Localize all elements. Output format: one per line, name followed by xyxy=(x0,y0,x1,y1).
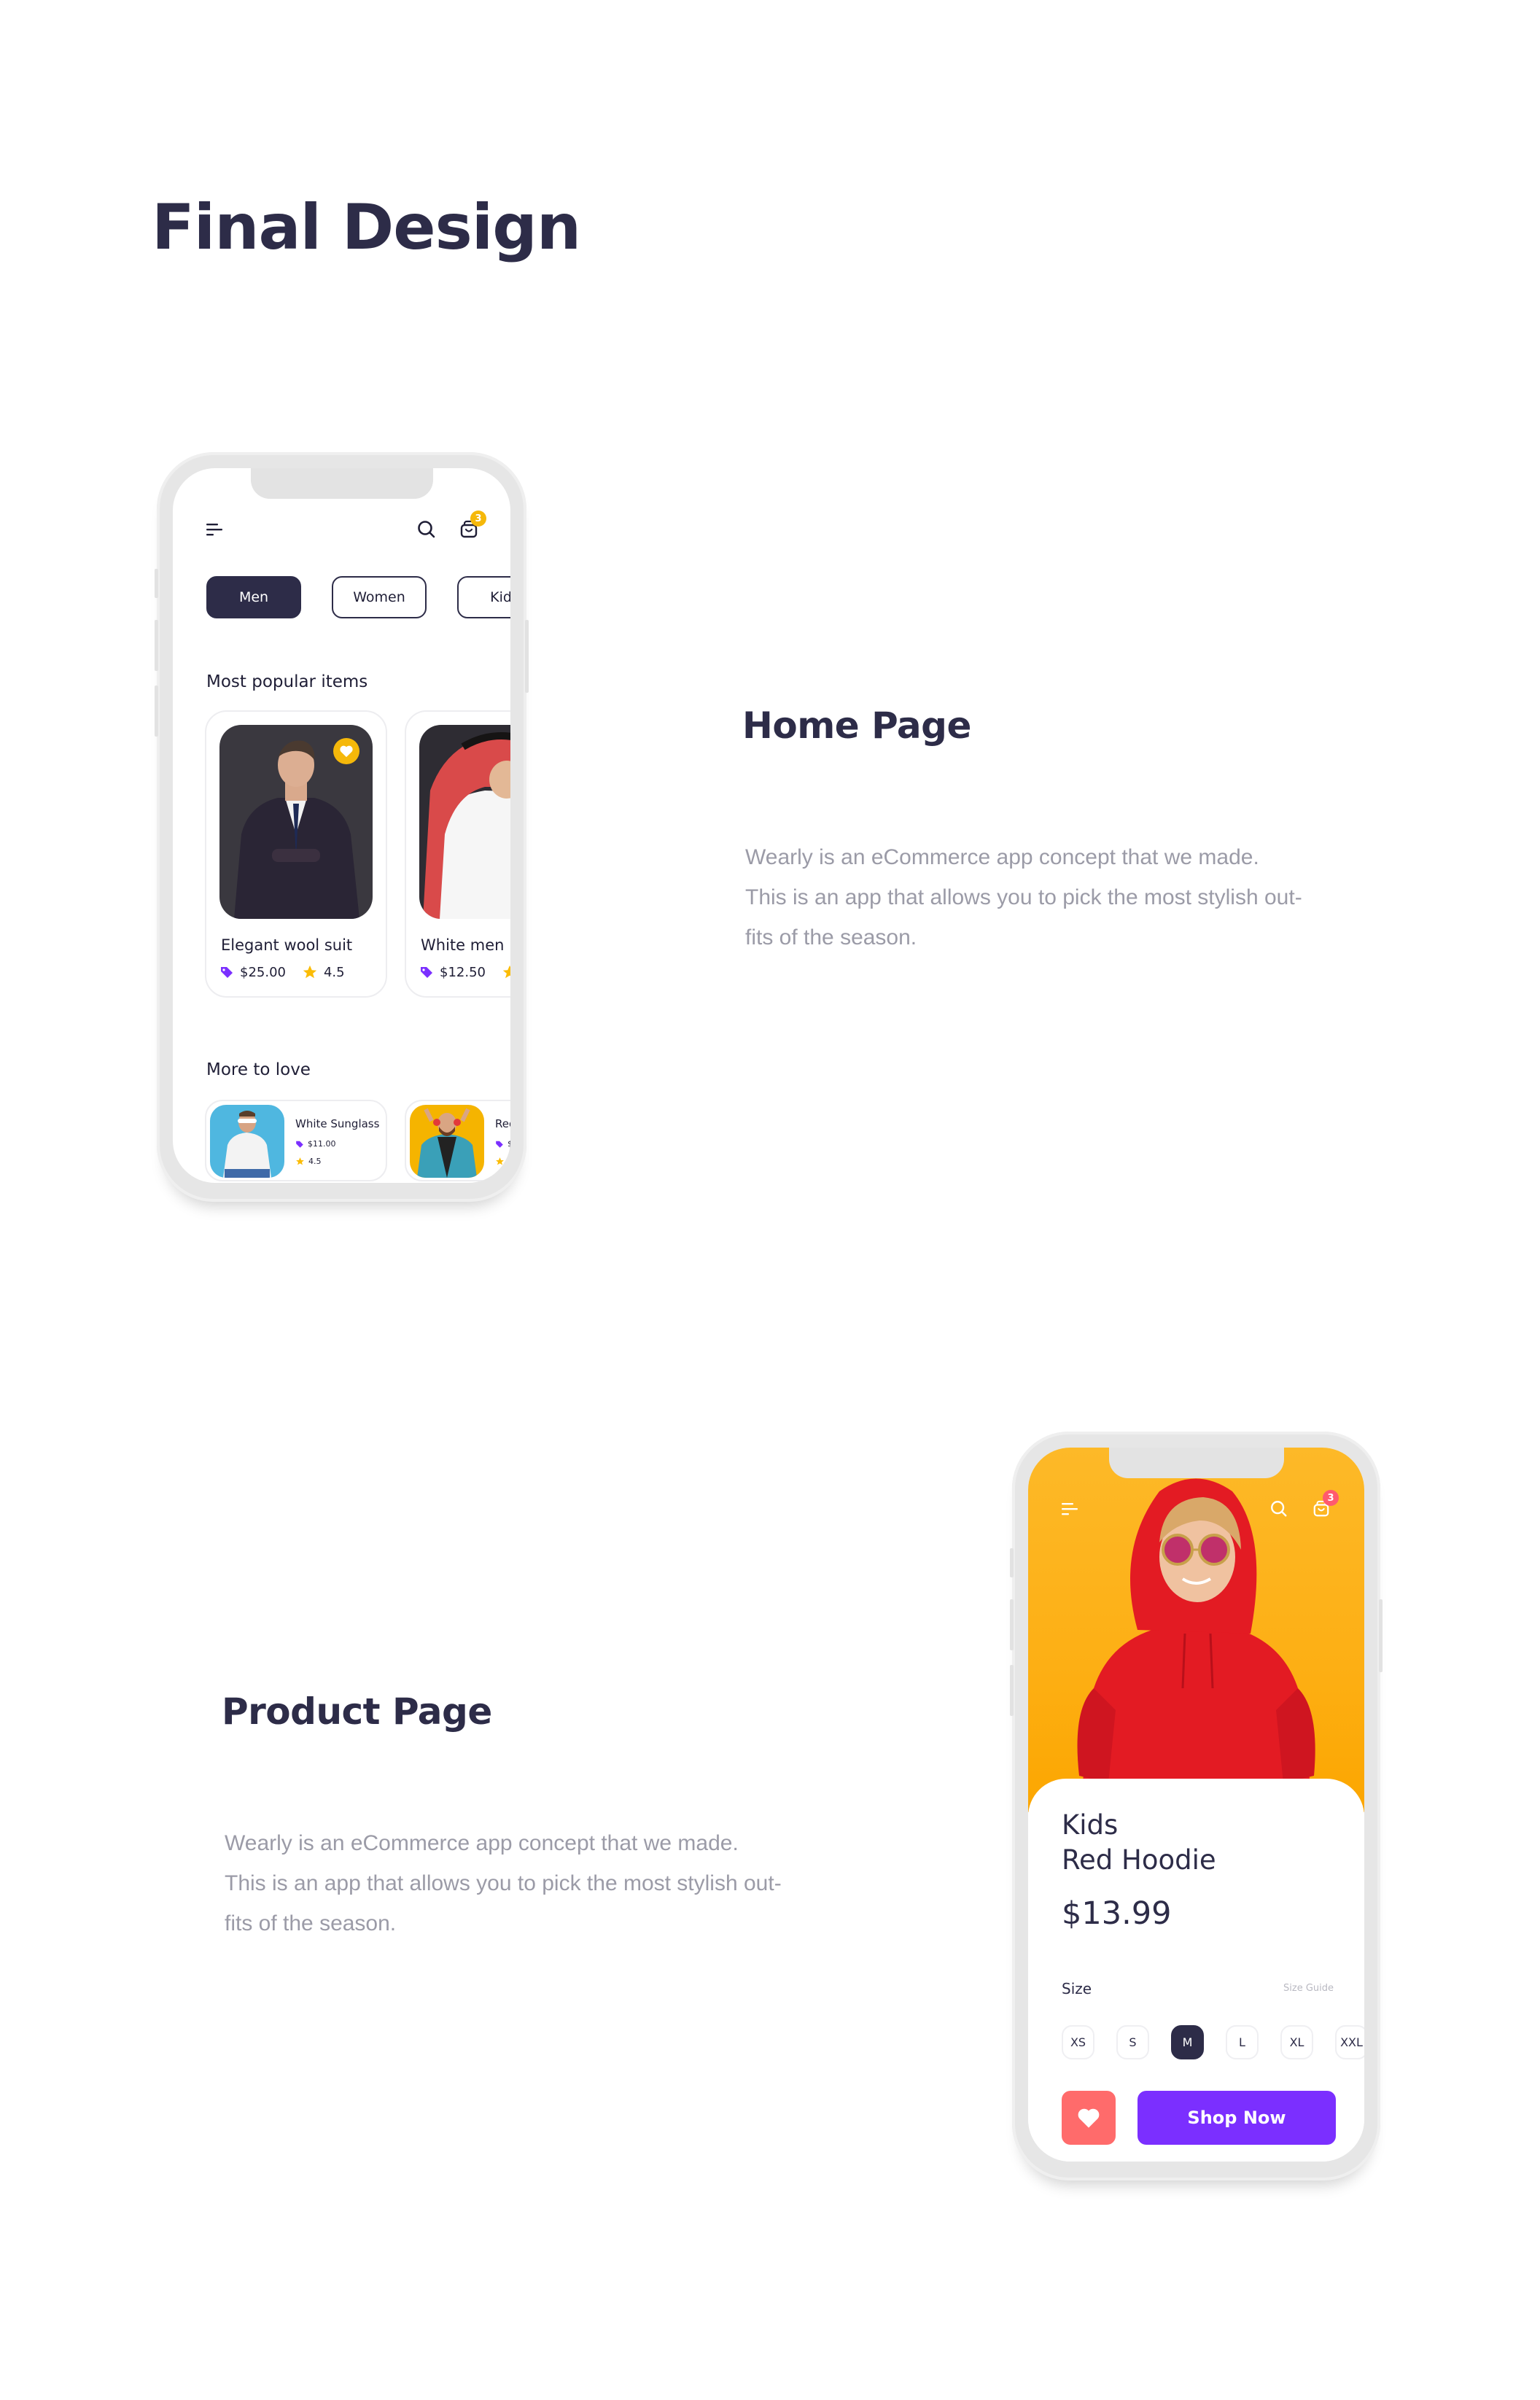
description-line: fits of the season. xyxy=(745,925,917,949)
product-card-small[interactable]: Red $ 4 xyxy=(405,1100,510,1181)
price-tag-icon xyxy=(421,967,432,978)
cart-count-badge: 3 xyxy=(1323,1490,1339,1506)
shopping-bag-icon[interactable]: 3 xyxy=(454,510,486,544)
home-phone-mockup: 3 Men Women Kids Most popular items xyxy=(155,452,529,1202)
phone-side-button xyxy=(1010,1548,1014,1577)
phone-side-button xyxy=(155,686,158,737)
star-icon xyxy=(296,1157,304,1165)
phone-side-button xyxy=(1010,1599,1014,1650)
size-option-xs[interactable]: XS xyxy=(1062,2025,1094,2059)
favorite-badge[interactable] xyxy=(333,738,359,764)
product-price: $11.00 xyxy=(308,1139,336,1149)
price-tag-icon xyxy=(221,967,233,978)
product-details-sheet: Kids Red Hoodie $13.99 Size Size Guide X… xyxy=(1028,1779,1364,2162)
popular-items-list: Elegant wool suit $25.00 4.5 White men $… xyxy=(205,710,510,998)
favorite-button[interactable] xyxy=(1062,2091,1116,2145)
product-meta: $12.50 4.5 xyxy=(419,964,510,980)
star-icon xyxy=(496,1157,504,1165)
page-title: Final Design xyxy=(152,191,581,264)
product-rating-row: 4 xyxy=(495,1157,510,1166)
product-phone-mockup: 3 Kids Red Hoodie $13.99 Size Size Guide… xyxy=(1010,1432,1382,2180)
tab-women[interactable]: Women xyxy=(332,576,427,618)
product-title: Kids Red Hoodie xyxy=(1062,1808,1216,1878)
product-page-heading: Product Page xyxy=(222,1690,492,1733)
size-option-xxl[interactable]: XXL xyxy=(1335,2025,1364,2059)
product-image xyxy=(219,725,373,919)
search-icon[interactable] xyxy=(1264,1494,1294,1523)
description-line: This is an app that allows you to pick t… xyxy=(745,885,1302,909)
description-line: fits of the season. xyxy=(225,1911,397,1935)
product-price: $ xyxy=(508,1139,510,1149)
product-image xyxy=(210,1105,284,1178)
size-selector: XS S M L XL XXL xyxy=(1062,2025,1364,2059)
star-icon xyxy=(303,965,317,979)
description-line: Wearly is an eCommerce app concept that … xyxy=(745,845,1259,869)
phone-side-button xyxy=(525,620,529,693)
product-name: White men xyxy=(421,936,505,954)
size-guide-link[interactable]: Size Guide xyxy=(1283,1983,1334,1994)
phone-side-button xyxy=(1379,1599,1382,1672)
product-card[interactable]: Elegant wool suit $25.00 4.5 xyxy=(205,710,387,998)
size-label: Size xyxy=(1062,1980,1092,1997)
product-screen: 3 Kids Red Hoodie $13.99 Size Size Guide… xyxy=(1028,1448,1364,2162)
price-tag-icon xyxy=(296,1141,303,1148)
product-image xyxy=(419,725,510,919)
phone-notch xyxy=(250,468,433,499)
search-icon[interactable] xyxy=(412,515,441,544)
product-title-line: Kids xyxy=(1062,1809,1119,1841)
description-line: This is an app that allows you to pick t… xyxy=(225,1871,782,1895)
home-page-heading: Home Page xyxy=(742,704,971,747)
product-rating: 4.5 xyxy=(308,1157,322,1166)
home-top-bar: 3 xyxy=(173,510,510,544)
product-rating: 4.5 xyxy=(323,964,345,980)
tab-men[interactable]: Men xyxy=(206,576,301,618)
category-tabs: Men Women Kids xyxy=(206,576,510,618)
product-name: Red xyxy=(495,1117,510,1130)
product-title-line: Red Hoodie xyxy=(1062,1844,1216,1876)
phone-notch xyxy=(1108,1448,1284,1478)
price-tag-icon xyxy=(496,1141,503,1148)
star-icon xyxy=(502,965,510,979)
product-name: White Sunglass xyxy=(295,1117,380,1130)
home-screen: 3 Men Women Kids Most popular items xyxy=(173,468,510,1183)
menu-icon[interactable] xyxy=(1059,1494,1081,1523)
tab-kids[interactable]: Kids xyxy=(457,576,510,618)
shopping-bag-icon[interactable]: 3 xyxy=(1307,1490,1339,1523)
size-option-l[interactable]: L xyxy=(1226,2025,1259,2059)
product-hero-image: 3 xyxy=(1028,1448,1364,1812)
product-price-row: $11.00 xyxy=(295,1139,336,1149)
shop-now-button[interactable]: Shop Now xyxy=(1138,2091,1336,2145)
size-option-xl[interactable]: XL xyxy=(1280,2025,1313,2059)
description-line: Wearly is an eCommerce app concept that … xyxy=(225,1831,739,1855)
more-items-list: White Sunglass $11.00 4.5 Re $ xyxy=(205,1100,510,1181)
popular-section-title: Most popular items xyxy=(206,672,368,691)
product-rating: 4 xyxy=(508,1157,510,1166)
cart-count-badge: 3 xyxy=(470,510,486,527)
product-card[interactable]: White men $12.50 4.5 xyxy=(405,710,510,998)
more-section-title: More to love xyxy=(206,1060,311,1079)
heart-icon xyxy=(1078,2108,1100,2128)
product-price: $12.50 xyxy=(440,964,486,980)
size-option-m[interactable]: M xyxy=(1171,2025,1204,2059)
home-page-description: Wearly is an eCommerce app concept that … xyxy=(745,837,1401,958)
product-price: $25.00 xyxy=(240,964,286,980)
product-card-small[interactable]: White Sunglass $11.00 4.5 xyxy=(205,1100,387,1181)
size-option-s[interactable]: S xyxy=(1116,2025,1149,2059)
product-page-description: Wearly is an eCommerce app concept that … xyxy=(225,1823,881,1943)
product-price-row: $ xyxy=(495,1139,510,1149)
product-price: $13.99 xyxy=(1062,1895,1172,1932)
heart-icon xyxy=(340,745,353,758)
product-meta: $25.00 4.5 xyxy=(219,964,345,980)
phone-side-button xyxy=(155,569,158,598)
phone-side-button xyxy=(1010,1665,1014,1716)
product-name: Elegant wool suit xyxy=(221,936,353,954)
menu-icon[interactable] xyxy=(203,515,225,544)
phone-side-button xyxy=(155,620,158,671)
product-image xyxy=(410,1105,484,1178)
product-rating-row: 4.5 xyxy=(295,1157,322,1166)
